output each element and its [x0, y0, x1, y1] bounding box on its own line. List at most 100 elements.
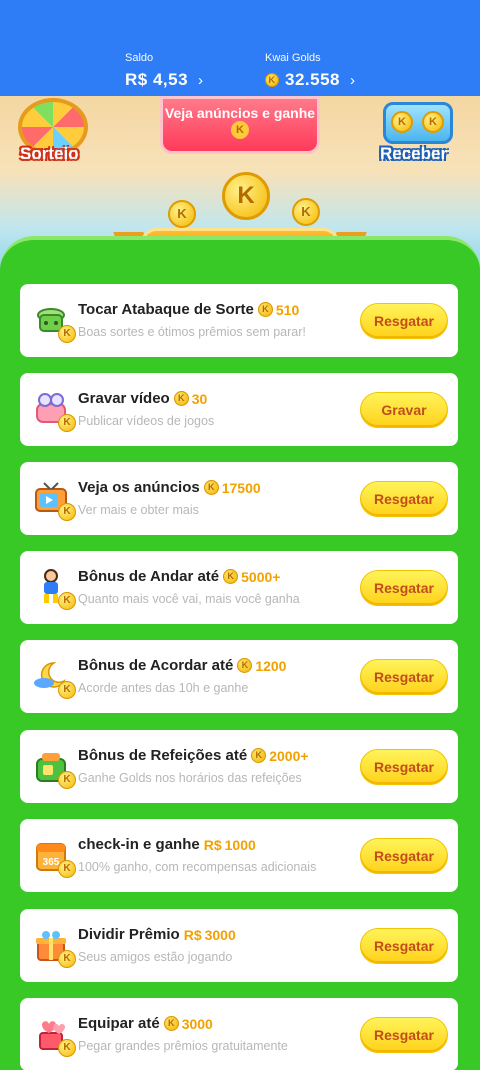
claim-button[interactable]: Resgatar: [360, 481, 448, 517]
task-subtitle: Seus amigos estão jogando: [78, 950, 233, 964]
ads-banner[interactable]: Veja anúncios e ganhe K: [160, 96, 320, 154]
task-subtitle: Boas sortes e ótimos prêmios sem parar!: [78, 325, 306, 339]
coin-badge-icon: K: [58, 592, 76, 610]
reward-value: 510: [275, 301, 300, 318]
task-title-line: Dividir Prêmio R$ 3000: [78, 926, 236, 943]
task-subtitle: Acorde antes das 10h e ganhe: [78, 681, 249, 695]
task-reward: K 2000+: [251, 747, 309, 764]
task-title: Bônus de Refeições até: [78, 747, 248, 764]
reward-value: 5000+: [241, 568, 281, 585]
reward-value: 2000+: [269, 747, 309, 764]
chevron-right-icon[interactable]: ›: [350, 72, 356, 89]
claim-button[interactable]: Resgatar: [360, 1017, 448, 1053]
task-reward: K 510: [257, 301, 300, 318]
task-subtitle: 100% ganho, com recompensas adicionais: [78, 860, 317, 874]
task-reward: K 1200: [237, 658, 286, 674]
claim-button[interactable]: Resgatar: [360, 570, 448, 606]
top-balance-bar: Saldo R$ 4,53 › Kwai Golds K 32.558 ›: [0, 0, 480, 96]
task-title-line: Tocar Atabaque de Sorte K 510: [78, 301, 299, 318]
walking-boy-icon: K: [28, 564, 76, 610]
task-title-line: Veja os anúncios K 17500: [78, 479, 261, 496]
claim-button[interactable]: Resgatar: [360, 659, 448, 695]
coin-badge-icon: K: [58, 950, 76, 968]
task-title: Dividir Prêmio: [78, 926, 180, 943]
gold-coin-icon: K: [251, 748, 267, 763]
claim-button[interactable]: Resgatar: [360, 303, 448, 339]
ads-banner-text: Veja anúncios e ganhe: [164, 105, 316, 121]
task-title: Equipar até: [78, 1015, 160, 1032]
reward-value: 17500: [221, 479, 261, 496]
balance-stat[interactable]: Saldo R$ 4,53 ›: [125, 52, 204, 90]
golds-label: Kwai Golds: [265, 52, 321, 64]
coin-icon: K: [422, 111, 444, 133]
golds-stat[interactable]: Kwai Golds K 32.558 ›: [265, 52, 356, 90]
gift-hearts-icon: K: [28, 1011, 76, 1057]
coin-icon: K: [231, 121, 249, 140]
reward-value: 30: [191, 390, 208, 407]
reward-currency: R$: [183, 926, 202, 943]
task-title-line: Bônus de Refeições até K 2000+: [78, 747, 309, 764]
task-card: K Bônus de Refeições até K 2000+ Ganhe Golds…: [20, 730, 458, 803]
task-card: K Bônus de Andar até K 5000+ Quanto mais voc…: [20, 551, 458, 624]
task-card: K Gravar vídeo K 30 Publicar vídeos de jogos…: [20, 373, 458, 446]
task-title: check-in e ganhe: [78, 836, 200, 853]
claim-button[interactable]: Resgatar: [360, 928, 448, 964]
moon-alarm-icon: K: [28, 653, 76, 699]
coin-icon: K: [168, 200, 196, 228]
claim-button[interactable]: Resgatar: [360, 838, 448, 874]
record-button[interactable]: Gravar: [360, 392, 448, 428]
gold-coin-icon: K: [237, 658, 253, 673]
balance-label: Saldo: [125, 52, 154, 64]
reward-value: 3000: [204, 926, 236, 943]
task-reward: K 3000: [163, 1015, 213, 1032]
task-subtitle: Publicar vídeos de jogos: [78, 414, 215, 428]
receive-label[interactable]: Receber: [380, 144, 447, 164]
task-reward: K 17500: [203, 479, 261, 496]
task-subtitle: Ganhe Golds nos horários das refeições: [78, 771, 302, 785]
task-title-line: Gravar vídeo K 30: [78, 390, 207, 407]
drum-icon: K: [28, 297, 76, 343]
task-title-line: check-in e ganhe R$ 1000: [78, 836, 256, 853]
coin-badge-icon: K: [58, 414, 76, 432]
coin-badge-icon: K: [58, 325, 76, 343]
coin-badge-icon: K: [58, 503, 76, 521]
coin-badge-icon: K: [58, 681, 76, 699]
task-card: K Equipar até K 3000 Pegar grandes prêmios g…: [20, 998, 458, 1070]
task-title-line: Equipar até K 3000: [78, 1015, 213, 1032]
tv-ad-icon: K: [28, 475, 76, 521]
task-title-line: Bônus de Acordar até K 1200: [78, 657, 286, 674]
coin-icon: K: [391, 111, 413, 133]
task-card: K Dividir Prêmio R$ 3000 Seus amigos estão j…: [20, 909, 458, 982]
meal-box-icon: K: [28, 743, 76, 789]
gold-coin-icon: K: [163, 1016, 179, 1031]
golds-value: 32.558: [285, 70, 340, 89]
task-title-line: Bônus de Andar até K 5000+: [78, 568, 280, 585]
task-subtitle: Quanto mais você vai, mais você ganha: [78, 592, 300, 606]
task-card: 365 Kcheck-in e ganhe R$ 1000 100% ganho, co…: [20, 819, 458, 892]
coin-badge-icon: K: [58, 860, 76, 878]
gold-coin-icon: K: [223, 569, 239, 584]
task-reward: K 30: [173, 390, 208, 407]
gold-coin-icon: K: [203, 480, 219, 495]
claim-button[interactable]: Resgatar: [360, 749, 448, 785]
task-reward: K 5000+: [223, 569, 280, 585]
task-card: K Bônus de Acordar até K 1200 Acorde antes d…: [20, 640, 458, 713]
balance-value: R$ 4,53: [125, 70, 189, 89]
coin-badge-icon: K: [58, 771, 76, 789]
task-title: Veja os anúncios: [78, 479, 200, 496]
video-record-icon: K: [28, 386, 76, 432]
gold-coin-icon: K: [257, 302, 273, 317]
chevron-right-icon[interactable]: ›: [198, 72, 204, 89]
task-reward: R$ 1000: [204, 837, 256, 853]
coin-chest-icon[interactable]: K K: [383, 102, 453, 144]
calendar-365-icon: 365 K: [28, 832, 76, 878]
gift-box-icon: K: [28, 922, 76, 968]
reward-value: 1200: [255, 657, 287, 674]
task-title: Bônus de Andar até: [78, 568, 220, 585]
reward-currency: R$: [203, 836, 222, 853]
task-subtitle: Ver mais e obter mais: [78, 503, 199, 517]
k-coin-icon: K: [222, 172, 270, 220]
lottery-label[interactable]: Sorteio: [20, 144, 79, 164]
task-title: Tocar Atabaque de Sorte: [78, 301, 254, 318]
reward-value: 3000: [181, 1015, 213, 1032]
